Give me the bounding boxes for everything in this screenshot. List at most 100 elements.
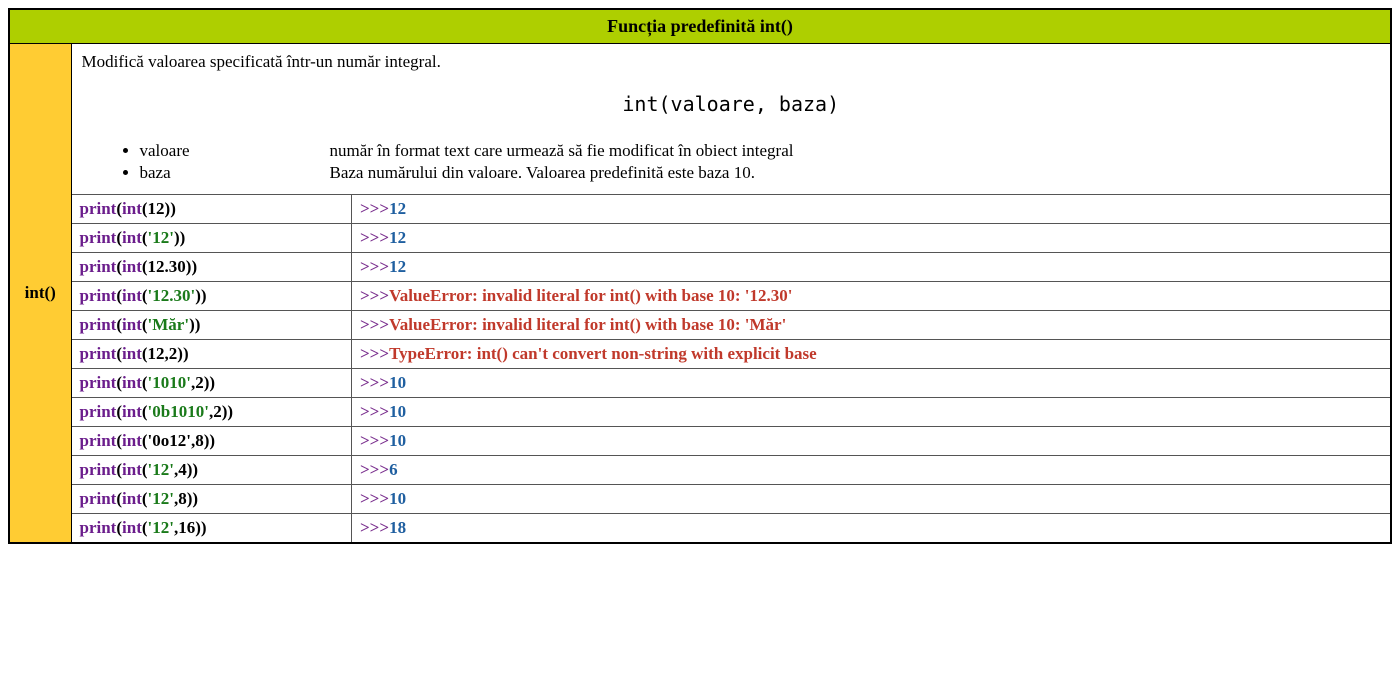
- arg: 12: [148, 199, 165, 218]
- output-text: 12: [389, 228, 406, 247]
- arg: '12.30': [148, 286, 196, 305]
- arg: 'Măr': [148, 315, 190, 334]
- kw-int: int: [122, 373, 142, 392]
- kw-int: int: [122, 228, 142, 247]
- kw-int: int: [122, 344, 142, 363]
- example-code: print(int('Măr')): [72, 311, 352, 340]
- kw-print: print: [80, 199, 117, 218]
- example-code: print(int(12,2)): [72, 340, 352, 369]
- example-code: print(int('0o12',8)): [72, 427, 352, 456]
- function-body-cell: Modifică valoarea specificată într-un nu…: [71, 44, 1391, 544]
- example-code: print(int('0b1010',2)): [72, 398, 352, 427]
- kw-print: print: [80, 344, 117, 363]
- paren: ): [192, 460, 198, 479]
- base: 4: [178, 460, 187, 479]
- table-title: Funcția predefinită int(): [9, 9, 1391, 44]
- prompt: >>>: [360, 257, 389, 276]
- example-code: print(int(12)): [72, 195, 352, 224]
- example-output: >>>6: [352, 456, 1391, 485]
- kw-int: int: [122, 257, 142, 276]
- kw-int: int: [122, 286, 142, 305]
- kw-int: int: [122, 315, 142, 334]
- paren: ): [170, 199, 176, 218]
- param-name: baza: [140, 163, 330, 183]
- kw-int: int: [122, 460, 142, 479]
- example-output: >>>12: [352, 253, 1391, 282]
- example-row: print(int(12.30))>>>12: [72, 253, 1391, 282]
- output-text: 10: [389, 431, 406, 450]
- prompt: >>>: [360, 402, 389, 421]
- prompt: >>>: [360, 315, 389, 334]
- arg: '1010': [148, 373, 191, 392]
- example-output: >>>ValueError: invalid literal for int()…: [352, 282, 1391, 311]
- arg: '12': [148, 518, 174, 537]
- example-row: print(int('12'))>>>12: [72, 224, 1391, 253]
- kw-print: print: [80, 460, 117, 479]
- prompt: >>>: [360, 199, 389, 218]
- kw-print: print: [80, 489, 117, 508]
- example-code: print(int('12')): [72, 224, 352, 253]
- example-output: >>>12: [352, 224, 1391, 253]
- example-row: print(int('12.30'))>>>ValueError: invali…: [72, 282, 1391, 311]
- kw-int: int: [122, 199, 142, 218]
- paren: ): [191, 257, 197, 276]
- kw-print: print: [80, 257, 117, 276]
- output-text: ValueError: invalid literal for int() wi…: [389, 286, 792, 305]
- prompt: >>>: [360, 431, 389, 450]
- paren: ): [180, 228, 186, 247]
- output-text: 10: [389, 373, 406, 392]
- example-row: print(int('12',16))>>>18: [72, 514, 1391, 543]
- prompt: >>>: [360, 489, 389, 508]
- example-output: >>>TypeError: int() can't convert non-st…: [352, 340, 1391, 369]
- kw-int: int: [122, 402, 142, 421]
- output-text: 12: [389, 257, 406, 276]
- output-text: 12: [389, 199, 406, 218]
- function-table: Funcția predefinită int() int() Modifică…: [8, 8, 1392, 544]
- base: 2: [195, 373, 204, 392]
- example-output: >>>10: [352, 427, 1391, 456]
- base: 16: [178, 518, 195, 537]
- output-text: 18: [389, 518, 406, 537]
- function-name-cell: int(): [9, 44, 71, 544]
- kw-print: print: [80, 286, 117, 305]
- example-output: >>>ValueError: invalid literal for int()…: [352, 311, 1391, 340]
- arg: '0o12': [148, 431, 191, 450]
- example-output: >>>10: [352, 398, 1391, 427]
- prompt: >>>: [360, 344, 389, 363]
- kw-int: int: [122, 518, 142, 537]
- prompt: >>>: [360, 286, 389, 305]
- example-output: >>>12: [352, 195, 1391, 224]
- example-code: print(int('1010',2)): [72, 369, 352, 398]
- output-text: ValueError: invalid literal for int() wi…: [389, 315, 786, 334]
- base: 2: [169, 344, 178, 363]
- param-name: valoare: [140, 141, 330, 161]
- arg: '12': [148, 228, 174, 247]
- param-desc: număr în format text care urmează să fie…: [330, 141, 794, 160]
- example-row: print(int(12))>>>12: [72, 195, 1391, 224]
- paren: ): [209, 373, 215, 392]
- paren: ): [201, 286, 207, 305]
- example-output: >>>18: [352, 514, 1391, 543]
- kw-print: print: [80, 373, 117, 392]
- kw-print: print: [80, 402, 117, 421]
- output-text: 10: [389, 489, 406, 508]
- example-code: print(int('12',8)): [72, 485, 352, 514]
- example-code: print(int('12',4)): [72, 456, 352, 485]
- kw-print: print: [80, 228, 117, 247]
- arg: '12': [148, 489, 174, 508]
- kw-int: int: [122, 431, 142, 450]
- paren: ): [209, 431, 215, 450]
- example-row: print(int('0o12',8))>>>10: [72, 427, 1391, 456]
- example-row: print(int('Măr'))>>>ValueError: invalid …: [72, 311, 1391, 340]
- arg: '0b1010': [148, 402, 209, 421]
- example-output: >>>10: [352, 485, 1391, 514]
- base: 2: [213, 402, 222, 421]
- example-output: >>>10: [352, 369, 1391, 398]
- arg: 12.30: [148, 257, 186, 276]
- kw-print: print: [80, 518, 117, 537]
- kw-int: int: [122, 489, 142, 508]
- paren: ): [183, 344, 189, 363]
- signature: int(valoare, baza): [82, 72, 1381, 140]
- example-row: print(int('1010',2))>>>10: [72, 369, 1391, 398]
- example-code: print(int('12.30')): [72, 282, 352, 311]
